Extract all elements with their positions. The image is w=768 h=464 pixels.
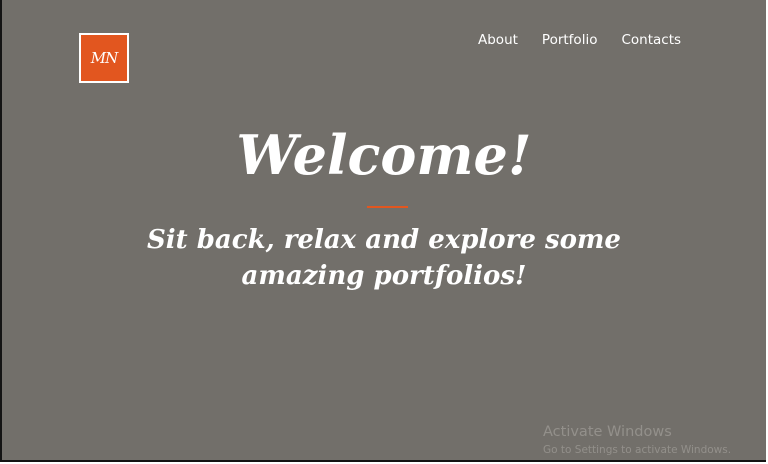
hero-tagline: Sit back, relax and explore some amazing… (147, 225, 621, 291)
hero-title: Welcome! (236, 123, 532, 187)
watermark-title: Activate Windows (543, 424, 672, 440)
watermark-subtitle: Go to Settings to activate Windows. (543, 444, 732, 456)
nav-link-contacts[interactable]: Contacts (621, 32, 681, 48)
hero-divider (367, 206, 408, 208)
activation-watermark: Activate Windows Go to Settings to activ… (543, 423, 731, 457)
logo[interactable]: MN (79, 33, 129, 83)
landing-page: MN About Portfolio Contacts Welcome! Sit… (0, 0, 766, 462)
main-nav: About Portfolio Contacts (478, 32, 681, 48)
nav-link-portfolio[interactable]: Portfolio (542, 32, 598, 48)
nav-link-about[interactable]: About (478, 32, 518, 48)
